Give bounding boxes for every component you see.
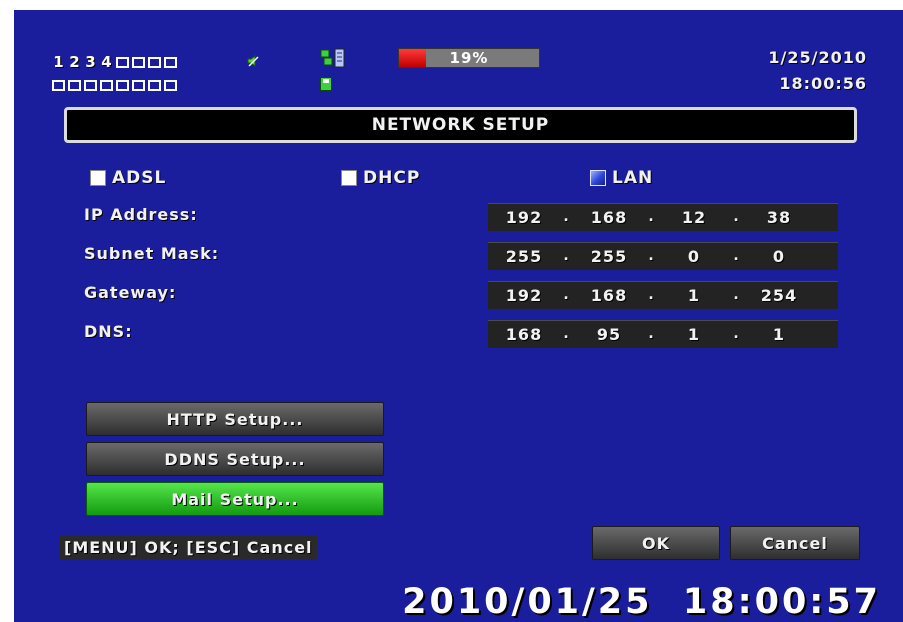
- ip-octet-1[interactable]: 192: [488, 208, 560, 227]
- subnet-octet-4[interactable]: 0: [743, 247, 815, 266]
- mail-setup-button[interactable]: Mail Setup...: [86, 482, 384, 516]
- gateway-octet-2[interactable]: 168: [573, 286, 645, 305]
- hdd-usage-bar: 19%: [398, 48, 540, 68]
- dns-octet-1[interactable]: 168: [488, 325, 560, 344]
- gateway-field: 192. 168. 1. 254: [488, 281, 838, 309]
- channel-row-2: [52, 80, 177, 91]
- ddns-setup-button[interactable]: DDNS Setup...: [86, 442, 384, 476]
- octet-separator: .: [563, 209, 570, 225]
- octet-separator: .: [733, 287, 740, 303]
- channel-3-indicator: 3: [85, 53, 96, 71]
- hdd-usage-label: 19%: [449, 49, 489, 67]
- dialog-title: NETWORK SETUP: [371, 115, 550, 135]
- octet-separator: .: [648, 287, 655, 303]
- gateway-octet-3[interactable]: 1: [658, 286, 730, 305]
- dvr-screen: 1 2 3 4 19% 1/25/2010 18:00:56 NETWORK S…: [14, 10, 903, 622]
- channel-empty-indicator: [116, 80, 129, 91]
- octet-separator: .: [733, 326, 740, 342]
- adsl-label: ADSL: [112, 168, 167, 188]
- channel-empty-indicator: [116, 56, 129, 68]
- dns-label: DNS:: [84, 322, 133, 341]
- subnet-mask-field: 255. 255. 0. 0: [488, 242, 838, 270]
- channel-1-indicator: 1: [53, 53, 64, 71]
- channel-empty-indicator: [164, 80, 177, 91]
- channel-4-indicator: 4: [101, 53, 112, 71]
- checkbox-box: [341, 170, 357, 186]
- dns-field: 168. 95. 1. 1: [488, 320, 838, 348]
- octet-separator: .: [733, 248, 740, 264]
- adsl-checkbox[interactable]: ADSL: [90, 168, 166, 188]
- http-setup-button[interactable]: HTTP Setup...: [86, 402, 384, 436]
- dns-octet-3[interactable]: 1: [658, 325, 730, 344]
- octet-separator: .: [563, 287, 570, 303]
- gateway-label: Gateway:: [84, 283, 177, 302]
- octet-separator: .: [648, 209, 655, 225]
- network-icon: [320, 48, 345, 68]
- channel-2-indicator: 2: [69, 53, 80, 71]
- dhcp-label: DHCP: [363, 168, 421, 188]
- channel-empty-indicator: [68, 80, 81, 91]
- ip-address-field: 192. 168. 12. 38: [488, 203, 838, 231]
- channel-empty-indicator: [148, 80, 161, 91]
- channel-row-1: 1 2 3 4: [52, 53, 177, 71]
- osd-clock: 2010/01/25 18:00:57: [402, 582, 881, 622]
- ok-button[interactable]: OK: [592, 526, 720, 560]
- octet-separator: .: [648, 248, 655, 264]
- ip-octet-4[interactable]: 38: [743, 208, 815, 227]
- status-time: 18:00:56: [779, 74, 867, 93]
- subnet-octet-1[interactable]: 255: [488, 247, 560, 266]
- ip-octet-3[interactable]: 12: [658, 208, 730, 227]
- status-date: 1/25/2010: [768, 48, 867, 67]
- cancel-button[interactable]: Cancel: [730, 526, 860, 560]
- octet-separator: .: [733, 209, 740, 225]
- channel-empty-indicator: [52, 80, 65, 91]
- checkbox-box: [90, 170, 106, 186]
- channel-empty-indicator: [100, 80, 113, 91]
- ip-octet-2[interactable]: 168: [573, 208, 645, 227]
- channel-empty-indicator: [132, 80, 145, 91]
- channel-empty-indicator: [148, 56, 161, 68]
- octet-separator: .: [563, 248, 570, 264]
- ip-address-label: IP Address:: [84, 205, 198, 224]
- lan-checkbox[interactable]: LAN: [590, 168, 653, 188]
- dialog-title-bar: NETWORK SETUP: [64, 107, 857, 143]
- octet-separator: .: [563, 326, 570, 342]
- dns-octet-2[interactable]: 95: [573, 325, 645, 344]
- channel-empty-indicator: [164, 56, 177, 68]
- disk-icon: [320, 77, 332, 91]
- keyboard-hint: [MENU] OK; [ESC] Cancel: [60, 536, 317, 559]
- channel-empty-indicator: [84, 80, 97, 91]
- subnet-octet-2[interactable]: 255: [573, 247, 645, 266]
- subnet-octet-3[interactable]: 0: [658, 247, 730, 266]
- dhcp-checkbox[interactable]: DHCP: [341, 168, 420, 188]
- lan-label: LAN: [612, 168, 654, 188]
- dns-octet-4[interactable]: 1: [743, 325, 815, 344]
- octet-separator: .: [648, 326, 655, 342]
- checkbox-box-checked: [590, 170, 606, 186]
- gateway-octet-4[interactable]: 254: [743, 286, 815, 305]
- speaker-icon: [247, 55, 259, 67]
- gateway-octet-1[interactable]: 192: [488, 286, 560, 305]
- subnet-mask-label: Subnet Mask:: [84, 244, 220, 263]
- channel-empty-indicator: [132, 56, 145, 68]
